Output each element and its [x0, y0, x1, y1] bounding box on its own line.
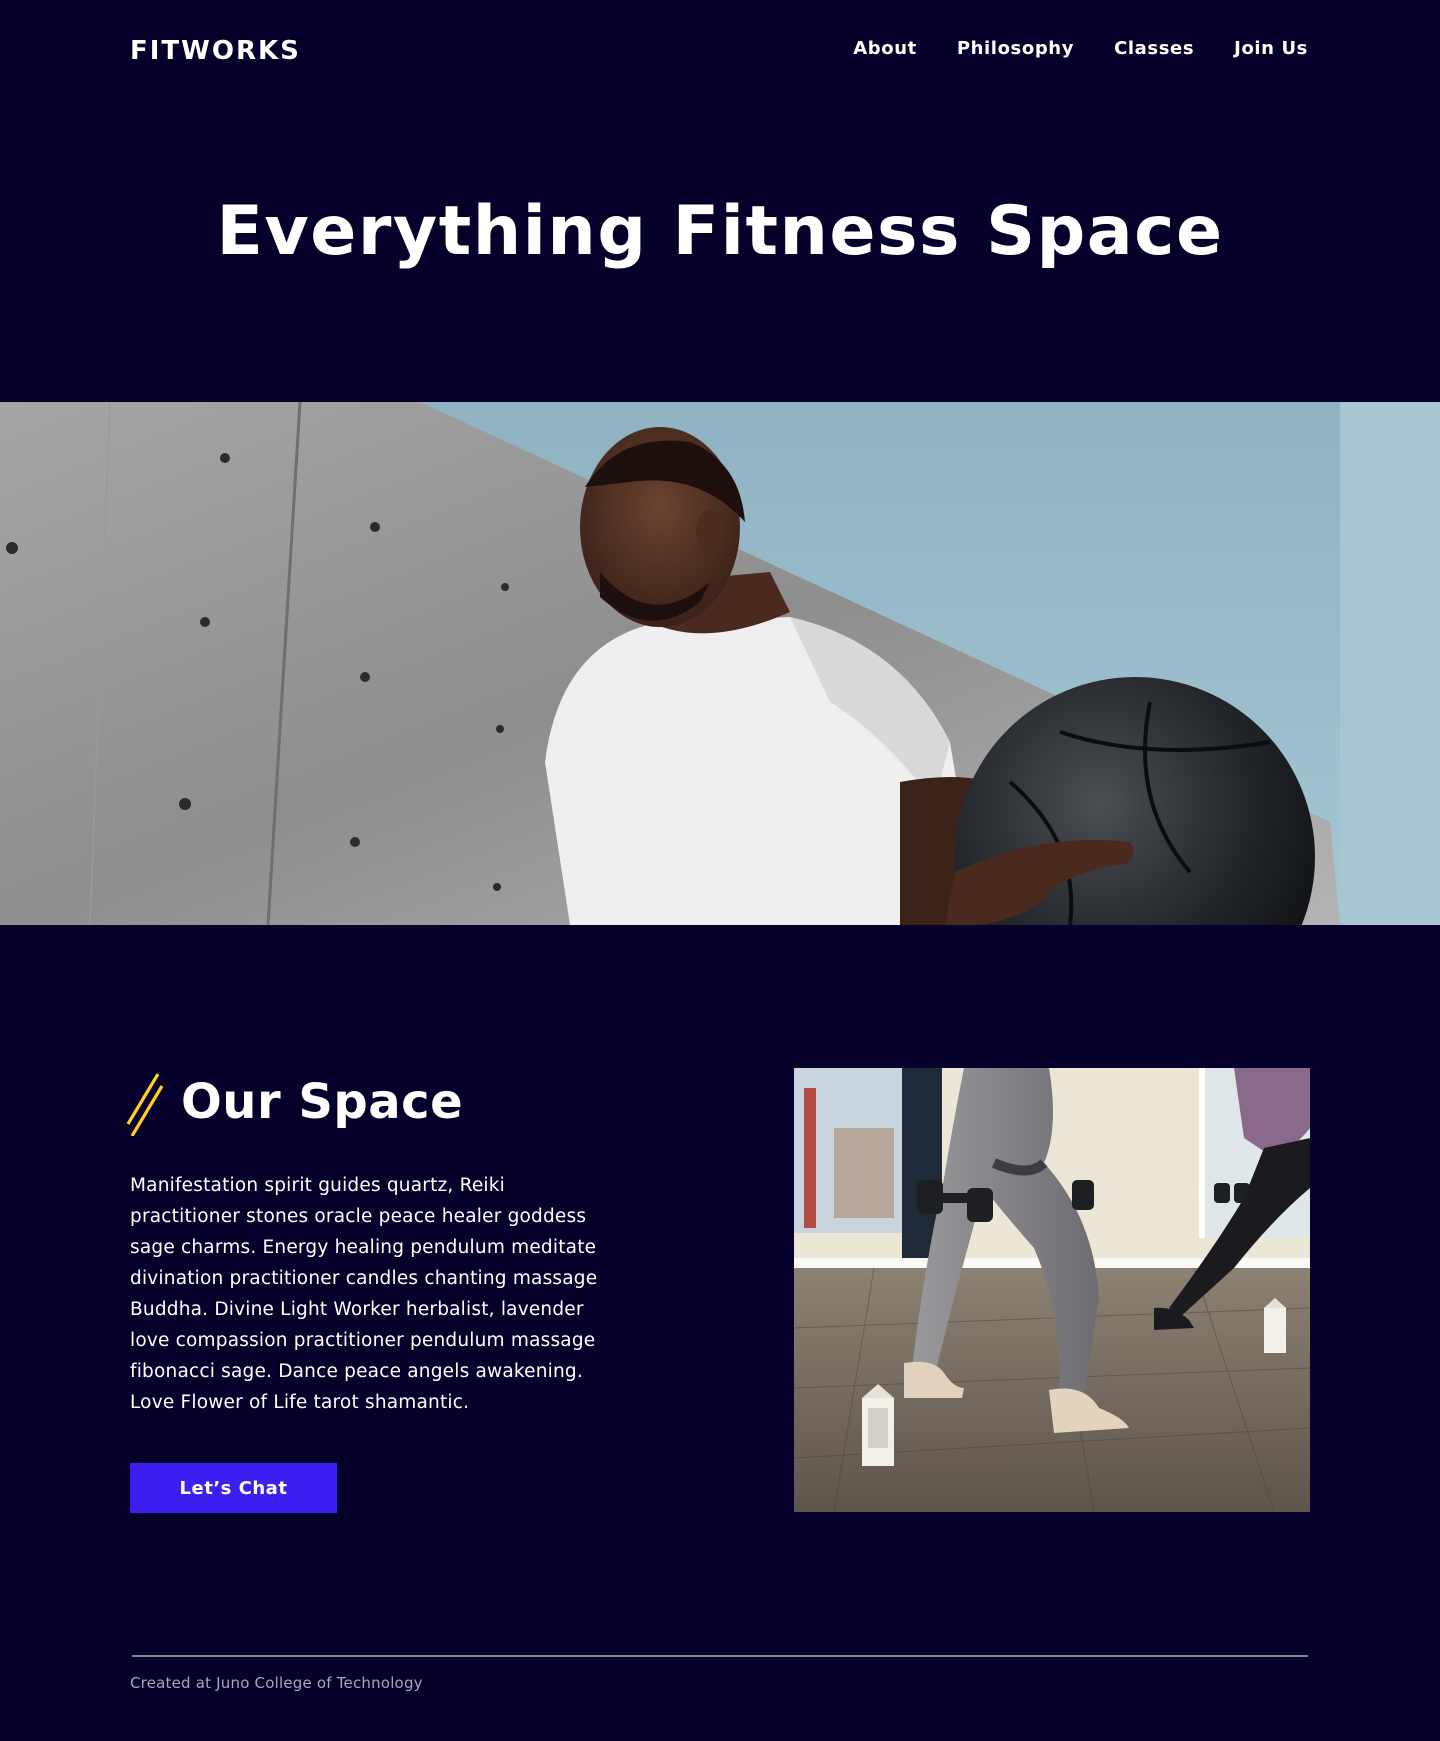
hero-image [0, 402, 1440, 925]
footer-divider [132, 1655, 1308, 1657]
nav-link-about[interactable]: About [853, 38, 917, 59]
site-logo[interactable]: FITWORKS [130, 36, 301, 66]
page: FITWORKS About Philosophy Classes Join U… [0, 0, 1440, 1741]
section-body-text: Manifestation spirit guides quartz, Reik… [130, 1175, 598, 1413]
nav-link-join-us[interactable]: Join Us [1234, 38, 1308, 59]
nav-link-philosophy[interactable]: Philosophy [957, 38, 1074, 59]
lets-chat-button[interactable]: Let’s Chat [130, 1463, 337, 1513]
hero-title: Everything Fitness Space [216, 192, 1224, 271]
footer-credit: Created at Juno College of Technology [130, 1674, 423, 1692]
site-header: FITWORKS About Philosophy Classes Join U… [0, 0, 1440, 104]
section-title-our-space: Our Space [181, 1074, 464, 1130]
main-nav: About Philosophy Classes Join Us [853, 38, 1308, 59]
space-image [794, 1068, 1310, 1512]
slash-decoration-icon [126, 1073, 164, 1136]
nav-link-classes[interactable]: Classes [1114, 38, 1194, 59]
